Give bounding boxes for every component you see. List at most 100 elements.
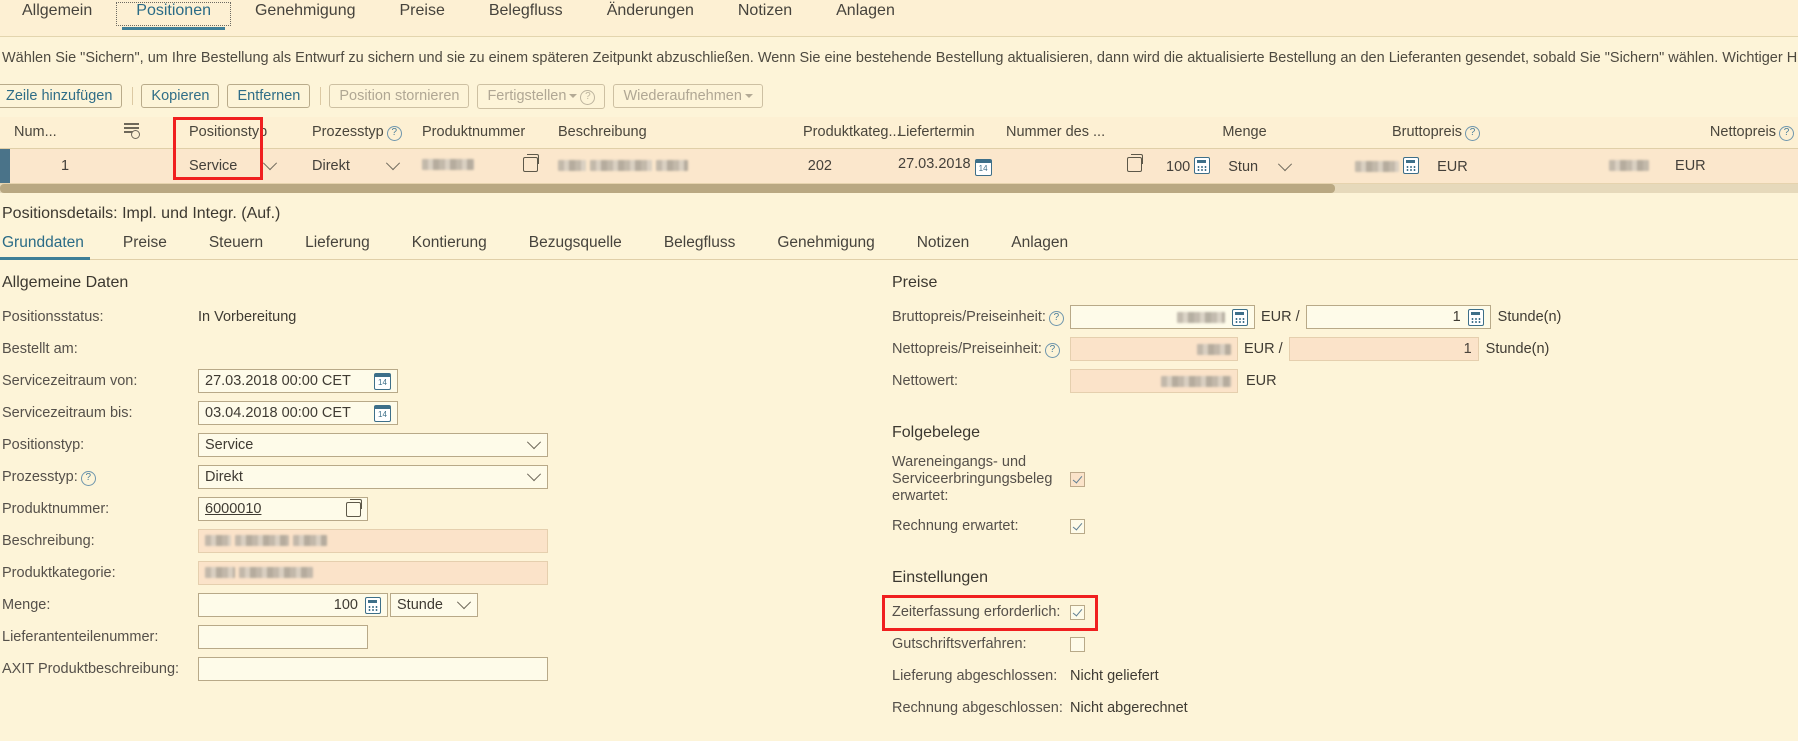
col-produktnummer[interactable]: Produktnummer bbox=[418, 117, 554, 149]
bruttopreis-unit-input[interactable]: 1 bbox=[1305, 305, 1491, 329]
prozesstyp-select[interactable]: Direkt bbox=[198, 465, 548, 489]
servicezeitraum-von-value: 27.03.2018 00:00 CET bbox=[205, 373, 351, 389]
cell-positionstyp[interactable]: Service bbox=[185, 148, 308, 184]
redacted-value bbox=[1161, 375, 1231, 387]
remove-button[interactable]: Entfernen bbox=[227, 84, 311, 108]
col-prozesstyp[interactable]: Prozesstyp? bbox=[308, 117, 418, 149]
col-settings[interactable] bbox=[120, 117, 185, 149]
calendar-icon[interactable]: 14 bbox=[374, 404, 391, 422]
cell-prozesstyp[interactable]: Direkt bbox=[308, 148, 418, 184]
cell-beschreibung[interactable] bbox=[554, 148, 799, 184]
cell-liefertermin[interactable]: 27.03.2018 14 bbox=[894, 148, 1002, 184]
help-icon[interactable]: ? bbox=[1048, 310, 1064, 326]
tab-preise[interactable]: Preise bbox=[102, 232, 188, 259]
calculator-icon[interactable] bbox=[1194, 157, 1211, 174]
tab-belegfluss[interactable]: Belegfluss bbox=[467, 0, 585, 30]
col-positionstyp[interactable]: Positionstyp bbox=[185, 117, 308, 149]
prozesstyp-select[interactable]: Direkt bbox=[312, 156, 401, 174]
calendar-icon[interactable]: 14 bbox=[374, 372, 391, 390]
open-selection-icon[interactable] bbox=[1127, 153, 1143, 172]
positionstyp-select[interactable]: Service bbox=[189, 156, 278, 174]
servicezeitraum-bis-input[interactable]: 03.04.2018 00:00 CET 14 bbox=[198, 401, 398, 425]
bruttopreis-input[interactable] bbox=[1070, 305, 1255, 329]
rechnung-erwartet-checkbox[interactable] bbox=[1070, 518, 1085, 534]
help-icon[interactable]: ? bbox=[1779, 125, 1794, 141]
help-icon[interactable]: ? bbox=[580, 89, 596, 105]
produktnummer-value[interactable]: 6000010 bbox=[205, 497, 261, 521]
open-selection-icon[interactable] bbox=[346, 498, 362, 517]
calculator-icon[interactable] bbox=[1403, 157, 1420, 174]
open-selection-icon[interactable] bbox=[523, 153, 539, 172]
toolbar-separator-1 bbox=[132, 87, 134, 105]
bruttopreis-unit-value: 1 bbox=[1452, 309, 1461, 325]
cell-menge[interactable]: 100 Stun bbox=[1162, 148, 1327, 184]
col-bruttopreis[interactable]: Bruttopreis? bbox=[1327, 117, 1545, 149]
tab-allgemein[interactable]: Allgemein bbox=[0, 0, 114, 30]
positionsstatus-label: Positionsstatus: bbox=[2, 309, 104, 325]
table-row[interactable]: 1 Service Direkt 202 27.03.2018 14 100 S… bbox=[0, 148, 1798, 184]
calculator-icon[interactable] bbox=[1467, 308, 1484, 326]
lieferantenteilenummer-input[interactable] bbox=[198, 625, 368, 649]
positionstyp-select[interactable]: Service bbox=[198, 433, 548, 457]
tab-anlagen[interactable]: Anlagen bbox=[814, 0, 917, 30]
redacted-value bbox=[239, 567, 314, 578]
gutschriftsverfahren-checkbox[interactable] bbox=[1070, 636, 1085, 652]
copy-button[interactable]: Kopieren bbox=[141, 84, 220, 108]
col-bruttopreis-label: Bruttopreis bbox=[1391, 123, 1463, 140]
tab-preise[interactable]: Preise bbox=[378, 0, 467, 30]
col-nettopreis[interactable]: Nettopreis? bbox=[1545, 117, 1798, 149]
nettopreis-label: Nettopreis/Preiseinheit:? bbox=[890, 341, 1070, 358]
table-settings-icon[interactable] bbox=[124, 123, 140, 139]
tab-genehmigung[interactable]: Genehmigung bbox=[233, 0, 378, 30]
col-menge[interactable]: Menge bbox=[1162, 117, 1327, 149]
chevron-down-icon bbox=[526, 435, 542, 450]
tab-kontierung[interactable]: Kontierung bbox=[391, 232, 508, 259]
tab-notizen[interactable]: Notizen bbox=[716, 0, 814, 30]
cell-nummer-des[interactable] bbox=[1002, 148, 1162, 184]
tab-belegfluss[interactable]: Belegfluss bbox=[643, 232, 757, 259]
tab-anlagen[interactable]: Anlagen bbox=[990, 232, 1089, 259]
help-icon[interactable]: ? bbox=[1465, 125, 1481, 141]
gutschriftsverfahren-label: Gutschriftsverfahren: bbox=[892, 636, 1027, 652]
tab-aenderungen[interactable]: Änderungen bbox=[585, 0, 716, 30]
cell-bruttopreis[interactable]: EUR bbox=[1327, 148, 1545, 184]
col-nummer-des[interactable]: Nummer des ... bbox=[1002, 117, 1162, 149]
complete-button[interactable]: Fertigstellen? bbox=[477, 83, 606, 109]
einheit-select[interactable]: Stun bbox=[1228, 157, 1293, 175]
items-table: Num... Positionstyp Prozesstyp? Produktn… bbox=[0, 117, 1798, 184]
positionsstatus-value: In Vorbereitung bbox=[198, 309, 297, 325]
tab-bezugsquelle[interactable]: Bezugsquelle bbox=[508, 232, 643, 259]
add-row-button[interactable]: Zeile hinzufügen bbox=[0, 84, 123, 108]
help-icon[interactable]: ? bbox=[80, 470, 96, 486]
general-data-section: Allgemeine Daten Positionsstatus: In Vor… bbox=[0, 260, 890, 727]
help-icon[interactable]: ? bbox=[386, 125, 402, 141]
col-produktkategorie[interactable]: Produktkateg... bbox=[799, 117, 901, 149]
tab-notizen[interactable]: Notizen bbox=[896, 232, 991, 259]
cancel-position-button[interactable]: Position stornieren bbox=[329, 84, 470, 108]
tab-genehmigung[interactable]: Genehmigung bbox=[756, 232, 895, 259]
tab-positionen[interactable]: Positionen bbox=[114, 0, 233, 30]
col-liefertermin[interactable]: Liefertermin bbox=[894, 117, 1002, 149]
calendar-icon[interactable]: 14 bbox=[974, 159, 992, 176]
horizontal-scrollbar[interactable] bbox=[0, 184, 1798, 193]
servicezeitraum-von-input[interactable]: 27.03.2018 00:00 CET 14 bbox=[198, 369, 398, 393]
menge-input[interactable]: 100 bbox=[198, 593, 388, 617]
row-selection-marker[interactable] bbox=[0, 148, 10, 184]
tab-lieferung[interactable]: Lieferung bbox=[284, 232, 391, 259]
produktnummer-input[interactable]: 6000010 bbox=[198, 497, 368, 521]
calculator-icon[interactable] bbox=[365, 596, 381, 614]
tab-steuern[interactable]: Steuern bbox=[188, 232, 284, 259]
col-beschreibung[interactable]: Beschreibung bbox=[554, 117, 799, 149]
cell-produktnummer[interactable] bbox=[418, 148, 554, 184]
axit-input[interactable] bbox=[198, 657, 548, 681]
help-icon[interactable]: ? bbox=[1044, 342, 1060, 358]
tab-grunddaten[interactable]: Grunddaten bbox=[0, 232, 102, 260]
col-num[interactable]: Num... bbox=[10, 117, 120, 149]
menge-einheit-select[interactable]: Stunde bbox=[390, 593, 478, 617]
calculator-icon[interactable] bbox=[1232, 308, 1248, 326]
scrollbar-thumb[interactable] bbox=[0, 184, 1335, 193]
cell-nettopreis: EUR bbox=[1545, 148, 1798, 184]
zeiterfassung-checkbox[interactable] bbox=[1070, 604, 1085, 620]
resume-button[interactable]: Wiederaufnehmen bbox=[613, 84, 763, 108]
wareneingang-checkbox[interactable] bbox=[1070, 472, 1085, 487]
